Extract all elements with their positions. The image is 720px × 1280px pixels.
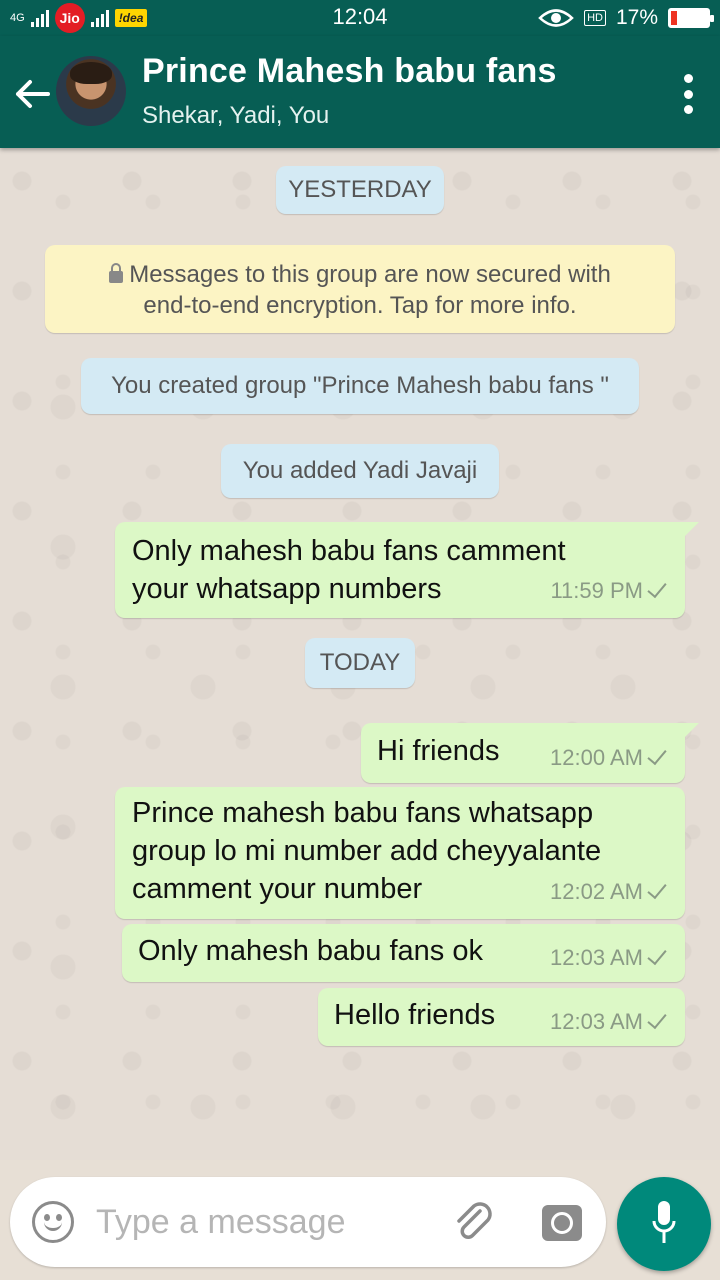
- message-input[interactable]: [96, 1197, 426, 1247]
- check-icon: [649, 880, 663, 902]
- message-text: Prince mahesh babu fans whatsapp group l…: [132, 794, 601, 908]
- group-participants[interactable]: Shekar, Yadi, You: [142, 102, 329, 130]
- arrow-left-icon[interactable]: [12, 74, 52, 114]
- status-left: 4G Jio !dea: [10, 3, 148, 33]
- message-time: 11:59 PM: [550, 578, 643, 603]
- signal-icon-2: [90, 9, 109, 27]
- chat-header: Prince Mahesh babu fans Shekar, Yadi, Yo…: [0, 36, 720, 148]
- emoji-icon[interactable]: [32, 1201, 74, 1243]
- group-avatar[interactable]: [56, 56, 126, 126]
- message-meta: 12:00 AM: [550, 739, 663, 777]
- more-vert-icon[interactable]: [682, 74, 694, 114]
- message-line: Hi friends: [377, 735, 500, 767]
- status-right: HD 17%: [538, 6, 714, 30]
- battery-icon: [668, 8, 714, 28]
- message-line: camment your number: [132, 873, 423, 905]
- outgoing-message[interactable]: Only mahesh babu fans camment your whats…: [115, 522, 699, 618]
- message-time: 12:03 AM: [550, 945, 643, 970]
- camera-icon[interactable]: [542, 1205, 582, 1241]
- message-meta: 12:03 AM: [550, 939, 663, 977]
- message-text: Only mahesh babu fans camment your whats…: [132, 532, 566, 608]
- carrier-idea-badge: !dea: [114, 9, 148, 27]
- battery-percent: 17%: [615, 6, 658, 29]
- date-chip-yesterday: YESTERDAY: [276, 166, 444, 214]
- date-chip-today: TODAY: [305, 638, 415, 688]
- encryption-line-2: end-to-end encryption. Tap for more info…: [143, 292, 577, 319]
- message-time: 12:03 AM: [550, 1009, 643, 1034]
- message-meta: 12:03 AM: [550, 1003, 663, 1041]
- message-meta: 11:59 PM: [550, 572, 663, 610]
- message-line: Prince mahesh babu fans whatsapp: [132, 797, 594, 829]
- encryption-text-1: Messages to this group are now secured w…: [129, 261, 611, 288]
- group-name[interactable]: Prince Mahesh babu fans: [142, 52, 557, 91]
- compose-box: [10, 1177, 606, 1267]
- check-icon: [649, 746, 663, 768]
- eye-icon: [538, 9, 574, 27]
- message-line: group lo mi number add cheyyalante: [132, 835, 602, 867]
- mic-icon: [652, 1201, 676, 1243]
- encryption-line-1: Messages to this group are now secured w…: [65, 259, 655, 290]
- avatar-hair: [70, 62, 112, 84]
- encryption-notice[interactable]: Messages to this group are now secured w…: [45, 245, 675, 333]
- message-line: your whatsapp numbers: [132, 573, 442, 605]
- outgoing-message[interactable]: Only mahesh babu fans ok 12:03 AM: [122, 924, 685, 982]
- check-icon: [649, 946, 663, 968]
- network-type-label: 4G: [10, 11, 25, 24]
- message-line: Hello friends: [334, 999, 496, 1031]
- message-time: 12:02 AM: [550, 879, 643, 904]
- outgoing-message[interactable]: Hello friends 12:03 AM: [318, 988, 685, 1046]
- carrier-jio-badge: Jio: [54, 3, 85, 33]
- system-message-created: You created group "Prince Mahesh babu fa…: [81, 358, 639, 414]
- battery-level: [671, 11, 678, 25]
- message-meta: 12:02 AM: [550, 873, 663, 911]
- message-line: Only mahesh babu fans ok: [138, 935, 483, 967]
- message-line: Only mahesh babu fans camment: [132, 535, 566, 567]
- outgoing-message[interactable]: Prince mahesh babu fans whatsapp group l…: [115, 787, 685, 919]
- paperclip-icon[interactable]: [450, 1199, 498, 1247]
- chat-area[interactable]: YESTERDAY Messages to this group are now…: [0, 148, 720, 1160]
- check-icon: [649, 579, 663, 601]
- hd-badge: HD: [584, 10, 606, 26]
- check-icon: [649, 1010, 663, 1032]
- system-message-added: You added Yadi Javaji: [221, 444, 499, 498]
- signal-icon: [30, 9, 49, 27]
- mic-button[interactable]: [617, 1177, 711, 1271]
- message-time: 12:00 AM: [550, 745, 643, 770]
- status-bar: 4G Jio !dea 12:04 HD 17%: [0, 0, 720, 36]
- outgoing-message[interactable]: Hi friends 12:00 AM: [361, 723, 699, 783]
- lock-icon: [109, 263, 124, 283]
